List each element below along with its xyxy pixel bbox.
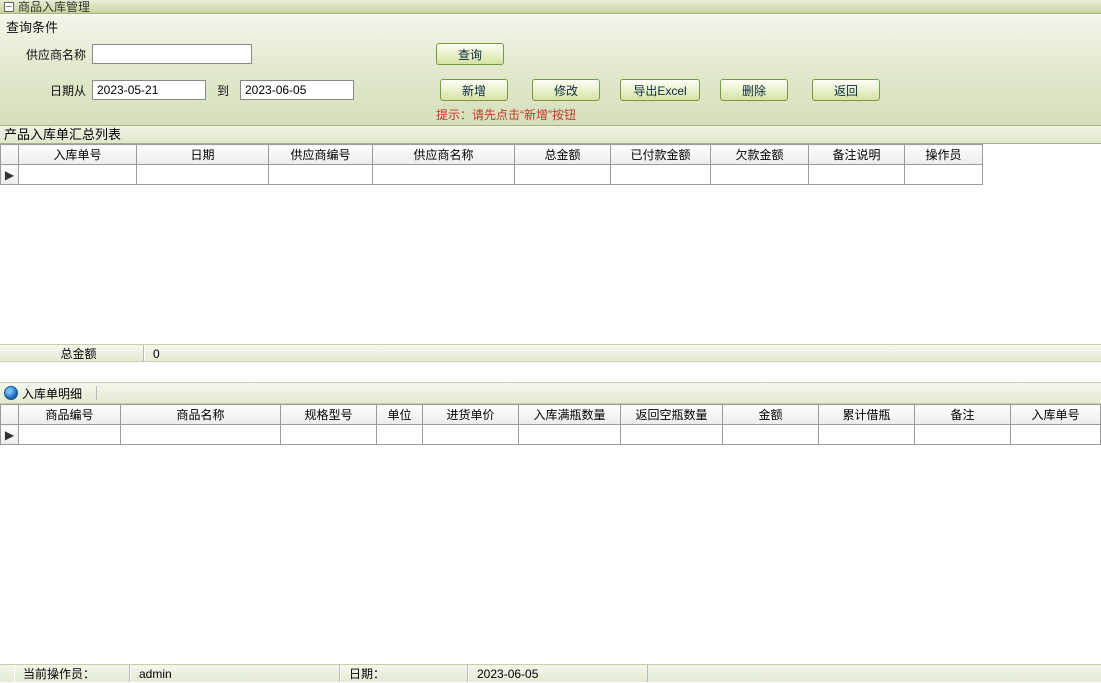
cell[interactable] xyxy=(519,425,621,445)
cell[interactable] xyxy=(723,425,819,445)
date-to-input[interactable] xyxy=(240,80,354,100)
column-header[interactable]: 商品编号 xyxy=(19,405,121,425)
column-header[interactable]: 供应商名称 xyxy=(373,145,515,165)
query-section-title: 查询条件 xyxy=(6,17,1095,36)
totals-label: 总金额 xyxy=(14,345,144,361)
cell[interactable] xyxy=(611,165,711,185)
totals-value: 0 xyxy=(144,345,344,361)
totals-bar: 总金额 0 xyxy=(0,344,1101,362)
supplier-name-input[interactable] xyxy=(92,44,252,64)
hint-text: 提示：请先点击“新增”按钮 xyxy=(436,106,1095,123)
status-operator-label: 当前操作员： xyxy=(14,665,130,682)
status-date-label: 日期： xyxy=(340,665,468,682)
window-title: 商品入库管理 xyxy=(18,0,90,14)
cell[interactable] xyxy=(1011,425,1101,445)
cell[interactable] xyxy=(281,425,377,445)
column-header[interactable]: 进货单价 xyxy=(423,405,519,425)
edit-button[interactable]: 修改 xyxy=(532,79,600,101)
row-indicator-header xyxy=(1,405,19,425)
column-header[interactable]: 规格型号 xyxy=(281,405,377,425)
query-panel: 查询条件 供应商名称 查询 日期从 到 新增 修改 导出Excel 删除 返回 … xyxy=(0,14,1101,126)
column-header[interactable]: 金额 xyxy=(723,405,819,425)
detail-grid[interactable]: 商品编号商品名称规格型号单位进货单价入库满瓶数量返回空瓶数量金额累计借瓶备注入库… xyxy=(0,404,1101,445)
column-header[interactable]: 入库单号 xyxy=(19,145,137,165)
globe-icon xyxy=(4,386,18,400)
window-titlebar: 商品入库管理 xyxy=(0,0,1101,14)
column-header[interactable]: 累计借瓶 xyxy=(819,405,915,425)
cell[interactable] xyxy=(621,425,723,445)
delete-button[interactable]: 删除 xyxy=(720,79,788,101)
cell[interactable] xyxy=(423,425,519,445)
column-header[interactable]: 备注说明 xyxy=(809,145,905,165)
query-button[interactable]: 查询 xyxy=(436,43,504,65)
date-to-label: 到 xyxy=(212,82,234,99)
column-header[interactable]: 供应商编号 xyxy=(269,145,373,165)
column-header[interactable]: 欠款金额 xyxy=(711,145,809,165)
cell[interactable] xyxy=(19,165,137,185)
cell[interactable] xyxy=(269,165,373,185)
cell[interactable] xyxy=(809,165,905,185)
summary-grid-wrap: 入库单号日期供应商编号供应商名称总金额已付款金额欠款金额备注说明操作员 ▶ xyxy=(0,144,1101,344)
add-button[interactable]: 新增 xyxy=(440,79,508,101)
status-operator-value: admin xyxy=(130,665,340,682)
cell[interactable] xyxy=(515,165,611,185)
row-indicator: ▶ xyxy=(1,165,19,185)
cell[interactable] xyxy=(19,425,121,445)
column-header[interactable]: 入库满瓶数量 xyxy=(519,405,621,425)
summary-title: 产品入库单汇总列表 xyxy=(0,126,1101,144)
detail-grid-wrap: 商品编号商品名称规格型号单位进货单价入库满瓶数量返回空瓶数量金额累计借瓶备注入库… xyxy=(0,404,1101,634)
detail-title: 入库单明细 xyxy=(22,385,82,402)
column-header[interactable]: 备注 xyxy=(915,405,1011,425)
cell[interactable] xyxy=(819,425,915,445)
supplier-name-label: 供应商名称 xyxy=(6,46,86,63)
window-icon xyxy=(4,2,14,12)
summary-grid[interactable]: 入库单号日期供应商编号供应商名称总金额已付款金额欠款金额备注说明操作员 ▶ xyxy=(0,144,983,185)
row-indicator-header xyxy=(1,145,19,165)
column-header[interactable]: 商品名称 xyxy=(121,405,281,425)
row-indicator: ▶ xyxy=(1,425,19,445)
status-bar: 当前操作员： admin 日期： 2023-06-05 xyxy=(0,664,1101,682)
cell[interactable] xyxy=(373,165,515,185)
cell[interactable] xyxy=(137,165,269,185)
cell[interactable] xyxy=(905,165,983,185)
column-header[interactable]: 操作员 xyxy=(905,145,983,165)
table-row[interactable]: ▶ xyxy=(1,165,983,185)
cell[interactable] xyxy=(377,425,423,445)
column-header[interactable]: 返回空瓶数量 xyxy=(621,405,723,425)
cell[interactable] xyxy=(711,165,809,185)
export-excel-button[interactable]: 导出Excel xyxy=(620,79,700,101)
cell[interactable] xyxy=(915,425,1011,445)
back-button[interactable]: 返回 xyxy=(812,79,880,101)
date-from-label: 日期从 xyxy=(6,82,86,99)
column-header[interactable]: 单位 xyxy=(377,405,423,425)
detail-header: 入库单明细 xyxy=(0,382,1101,404)
column-header[interactable]: 已付款金额 xyxy=(611,145,711,165)
column-header[interactable]: 总金额 xyxy=(515,145,611,165)
column-header[interactable]: 日期 xyxy=(137,145,269,165)
table-row[interactable]: ▶ xyxy=(1,425,1101,445)
status-date-value: 2023-06-05 xyxy=(468,665,648,682)
column-header[interactable]: 入库单号 xyxy=(1011,405,1101,425)
cell[interactable] xyxy=(121,425,281,445)
date-from-input[interactable] xyxy=(92,80,206,100)
